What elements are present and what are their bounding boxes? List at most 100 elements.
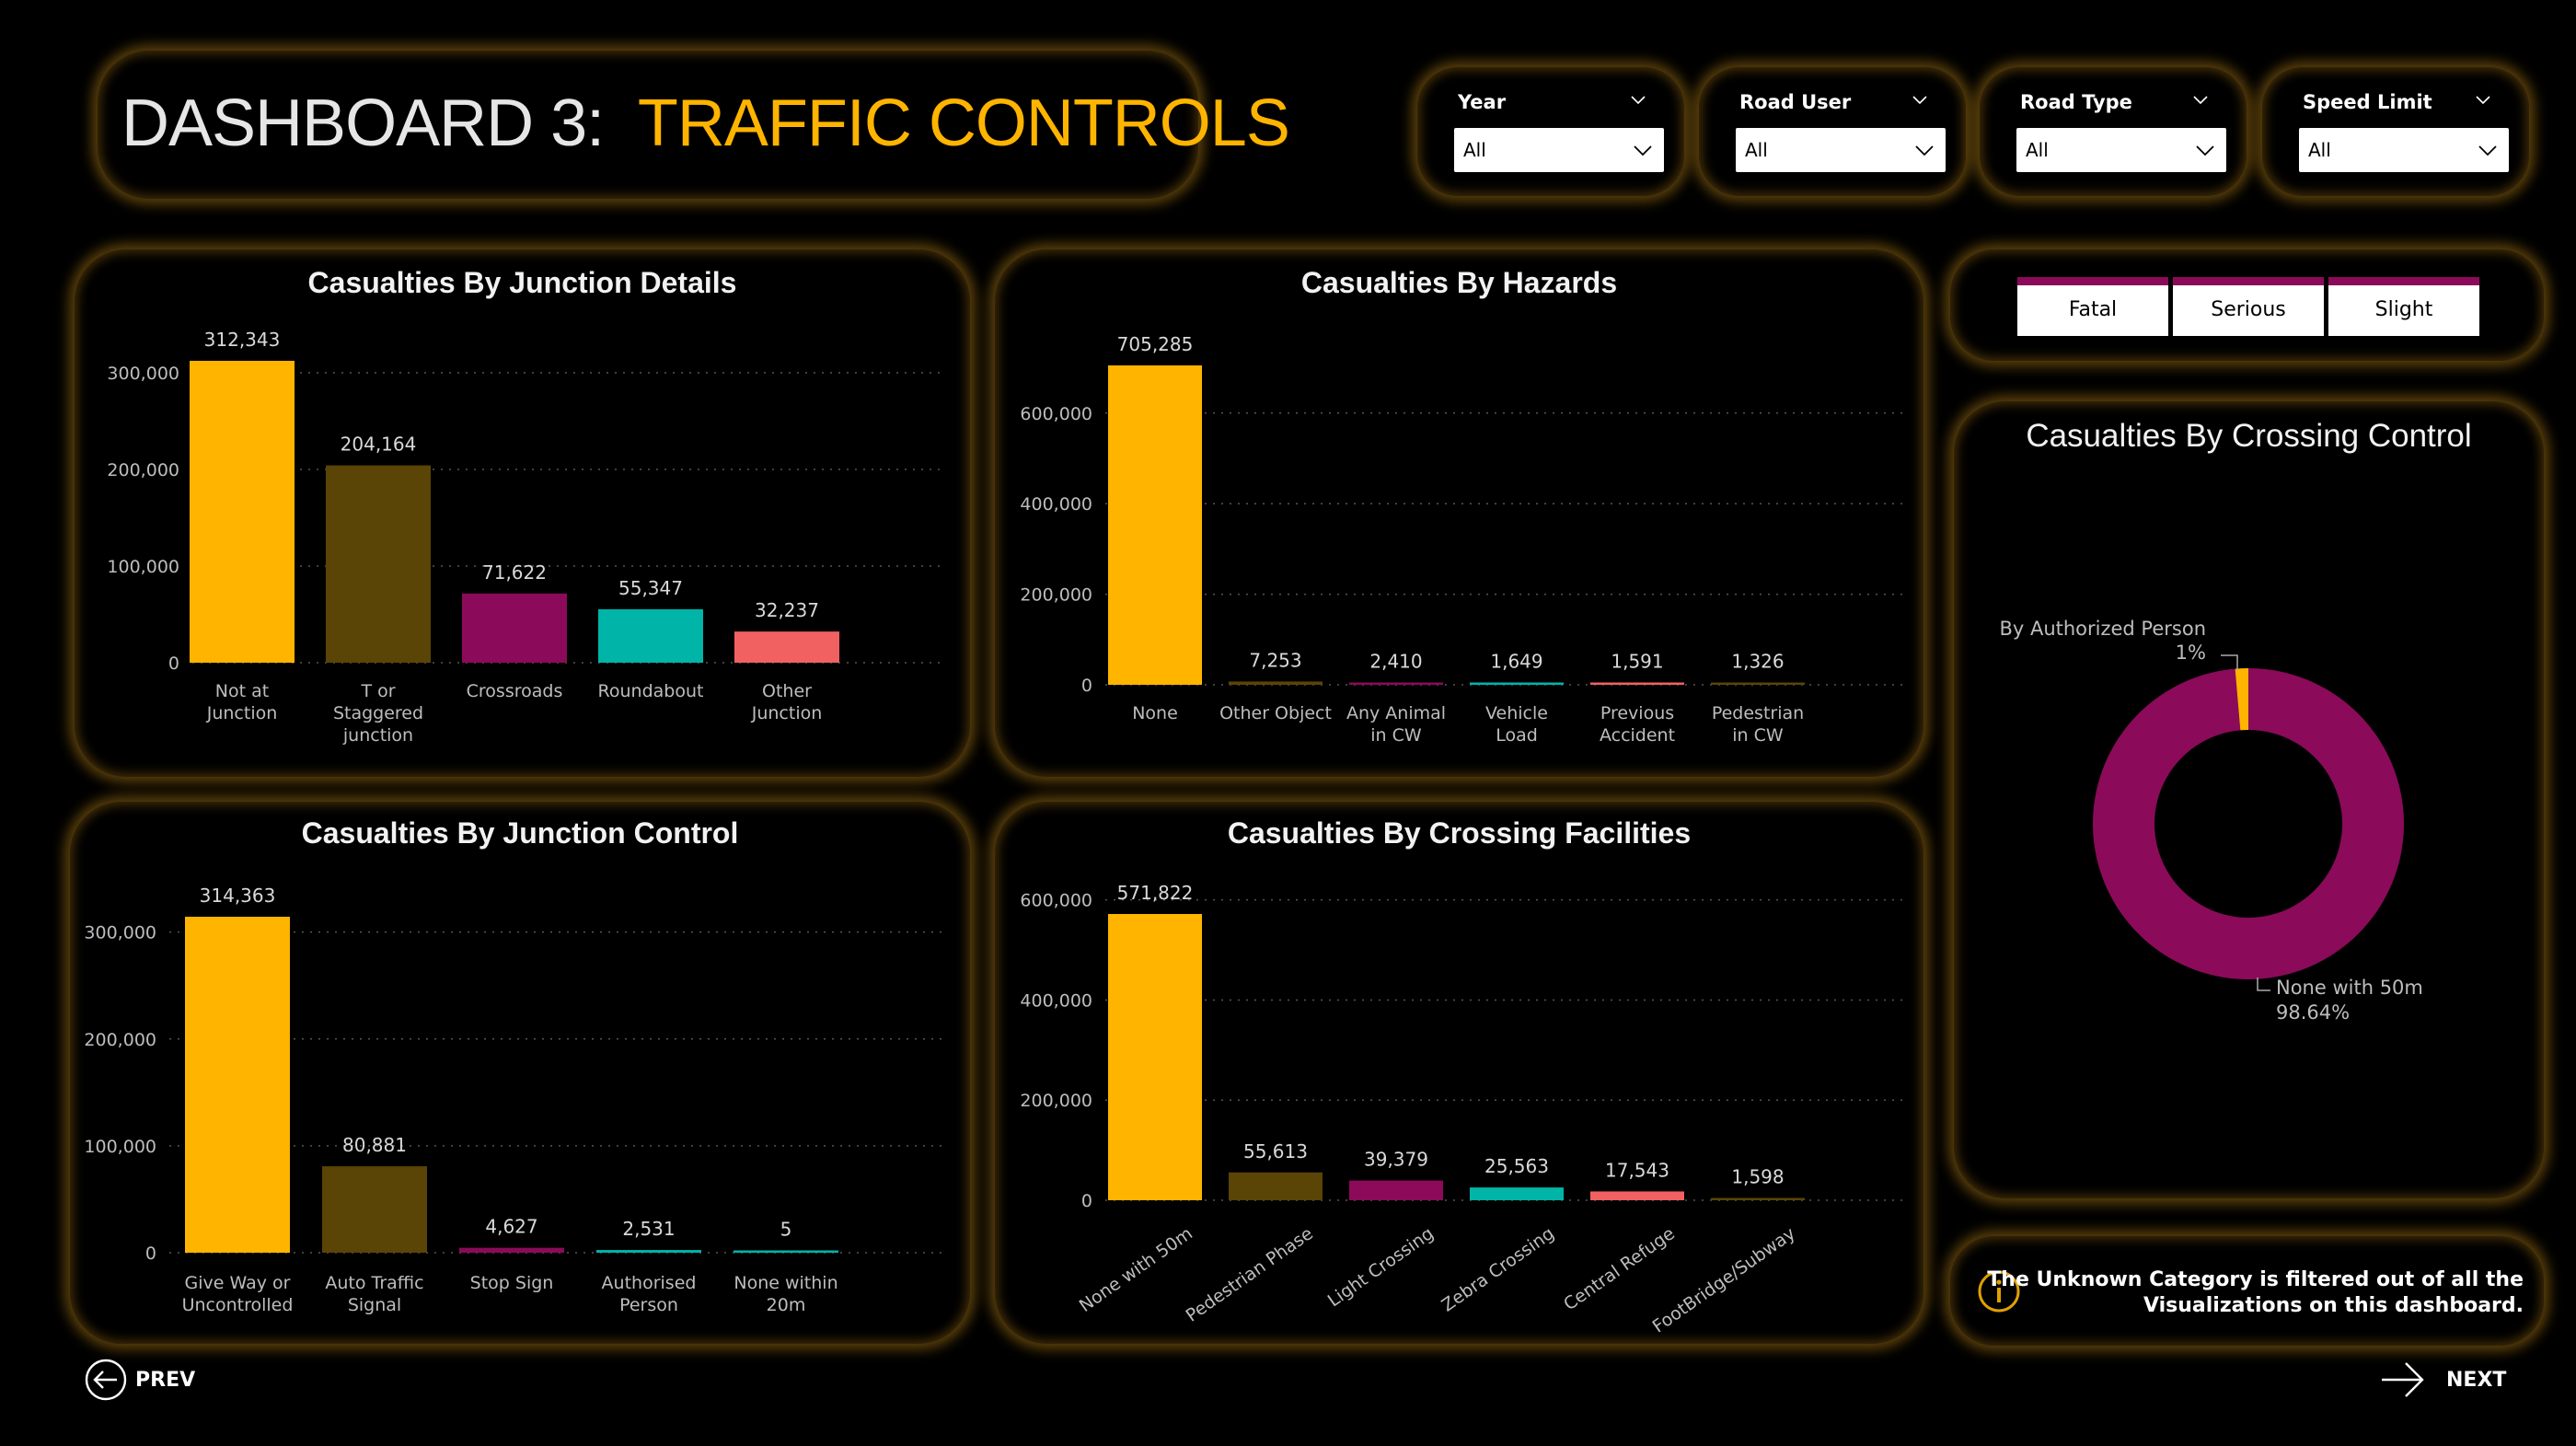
y-tick-label: 0 [1081,1191,1092,1211]
bar [598,608,703,663]
slicer-value: All [2308,139,2331,161]
severity-label: Fatal [2068,298,2118,321]
x-tick-label: Give Way or [185,1273,291,1293]
title-prefix: DASHBOARD 3: [121,87,605,160]
data-label: 314,363 [200,885,276,907]
next-button[interactable]: NEXT [2380,1354,2506,1406]
bar [459,1247,564,1253]
data-label: 5 [780,1219,792,1241]
data-label: 1,598 [1731,1166,1784,1188]
chevron-down-icon[interactable] [1912,93,1927,108]
slicer-dropdown[interactable]: All [1454,128,1664,172]
bar [185,917,290,1253]
x-tick-label: Other [762,681,812,701]
bar [326,465,431,663]
data-label: 80,881 [342,1134,407,1156]
data-label: 17,543 [1605,1159,1669,1181]
data-label: 2,531 [622,1218,675,1240]
chevron-down-icon[interactable] [2193,93,2208,108]
chart-panel-junction-control: Casualties By Junction Control 0 100,000 2… [70,802,970,1344]
y-tick-label: 200,000 [1020,1091,1092,1111]
chart-panel-hazards: Casualties By Hazards 0 200,000 400,000 600… [995,249,1923,777]
bar [1349,1180,1443,1200]
severity-button-serious[interactable]: Serious [2173,277,2324,336]
bar [734,1250,838,1253]
prev-button[interactable]: PREV [84,1354,195,1406]
chevron-down-icon[interactable] [1631,93,1646,108]
x-tick-label: Zebra Crossing [1438,1223,1558,1315]
slicer-year[interactable]: Year All [1417,67,1684,196]
x-tick-label: None with 50m [1076,1223,1196,1316]
x-tick-label: Any Animal [1346,703,1446,723]
data-label: 55,347 [618,577,683,599]
data-label: 55,613 [1243,1140,1308,1163]
bar [462,593,567,663]
x-tick-label: 20m [767,1295,806,1315]
data-label: 39,379 [1364,1149,1428,1171]
y-tick-label: 300,000 [107,364,179,384]
bar [1590,1191,1684,1200]
x-tick-label: Auto Traffic [325,1273,423,1293]
slicer-dropdown[interactable]: All [1736,128,1946,172]
data-label: 7,253 [1249,649,1301,671]
y-tick-label: 0 [168,654,179,674]
arrow-right-icon [2382,1362,2424,1397]
x-tick-label: Accident [1600,725,1675,746]
y-tick-label: 600,000 [1020,404,1092,424]
crossing-facilities-chart: 0 200,000 400,000 600,000 571,822 None with 5… [1020,882,1904,1337]
slicer-value: All [1745,139,1768,161]
y-tick-label: 400,000 [1020,990,1092,1011]
chevron-down-icon[interactable] [2476,93,2490,108]
data-label: 1,326 [1731,651,1784,673]
donut-label: None with 50m [2276,977,2423,999]
x-tick-label: Roundabout [598,681,704,701]
bar [1108,365,1202,685]
bar [1590,682,1684,685]
y-tick-label: 100,000 [107,557,179,577]
x-tick-label: in CW [1370,725,1422,746]
info-line: The Unknown Category is filtered out of … [1987,1268,2524,1291]
prev-label: PREV [135,1368,196,1392]
severity-button-fatal[interactable]: Fatal [2017,277,2168,336]
bar [1349,682,1443,685]
chevron-down-icon [2478,145,2497,156]
x-tick-label: None within [734,1273,837,1293]
donut-percent: 98.64% [2276,1001,2350,1024]
data-label: 2,410 [1369,651,1422,673]
data-label: 1,591 [1611,651,1663,673]
bar [1711,1197,1805,1200]
slicer-dropdown[interactable]: All [2016,128,2226,172]
chart-panel-junction-details: Casualties By Junction Details 0 100,000 2… [75,249,970,777]
severity-label: Slight [2374,298,2433,321]
title-panel: DASHBOARD 3: TRAFFIC CONTROLS [98,51,1290,199]
next-label: NEXT [2446,1368,2507,1392]
y-tick-label: 200,000 [84,1030,156,1050]
bar [190,361,295,663]
crossing-control-donut: None with 50m98.64% By Authorized Person1… [1999,618,2423,1024]
junction-details-chart: 0100,000200,000300,000312,343Not atJunct… [107,329,944,746]
chevron-down-icon [1915,145,1934,156]
slicer-road-type[interactable]: Road Type All [1980,67,2247,196]
x-tick-label: Pedestrian [1712,703,1804,723]
hazards-chart: 0 200,000 400,000 600,000 705,285 None 7,253 Ot… [1020,333,1904,746]
x-tick-label: Previous [1600,703,1674,723]
severity-button-slight[interactable]: Slight [2328,277,2479,336]
slicer-value: All [1463,139,1486,161]
data-label: 204,164 [341,434,417,456]
x-tick-label: Central Refuge [1560,1223,1679,1314]
x-tick-label: Uncontrolled [182,1295,294,1315]
x-tick-label: Junction [751,703,823,723]
x-tick-label: Load [1496,725,1538,746]
slicer-road-user[interactable]: Road User All [1699,67,1966,196]
x-tick-label: Junction [206,703,278,723]
x-tick-label: Not at [215,681,269,701]
data-label: 705,285 [1117,333,1194,355]
y-tick-label: 0 [145,1244,156,1264]
x-tick-label: Other Object [1219,703,1332,723]
slicer-speed-limit[interactable]: Speed Limit All [2262,67,2529,196]
x-tick-label: Crossroads [467,681,563,701]
y-tick-label: 300,000 [84,923,156,943]
data-label: 312,343 [204,329,281,351]
bar [1711,682,1805,685]
slicer-dropdown[interactable]: All [2299,128,2509,172]
